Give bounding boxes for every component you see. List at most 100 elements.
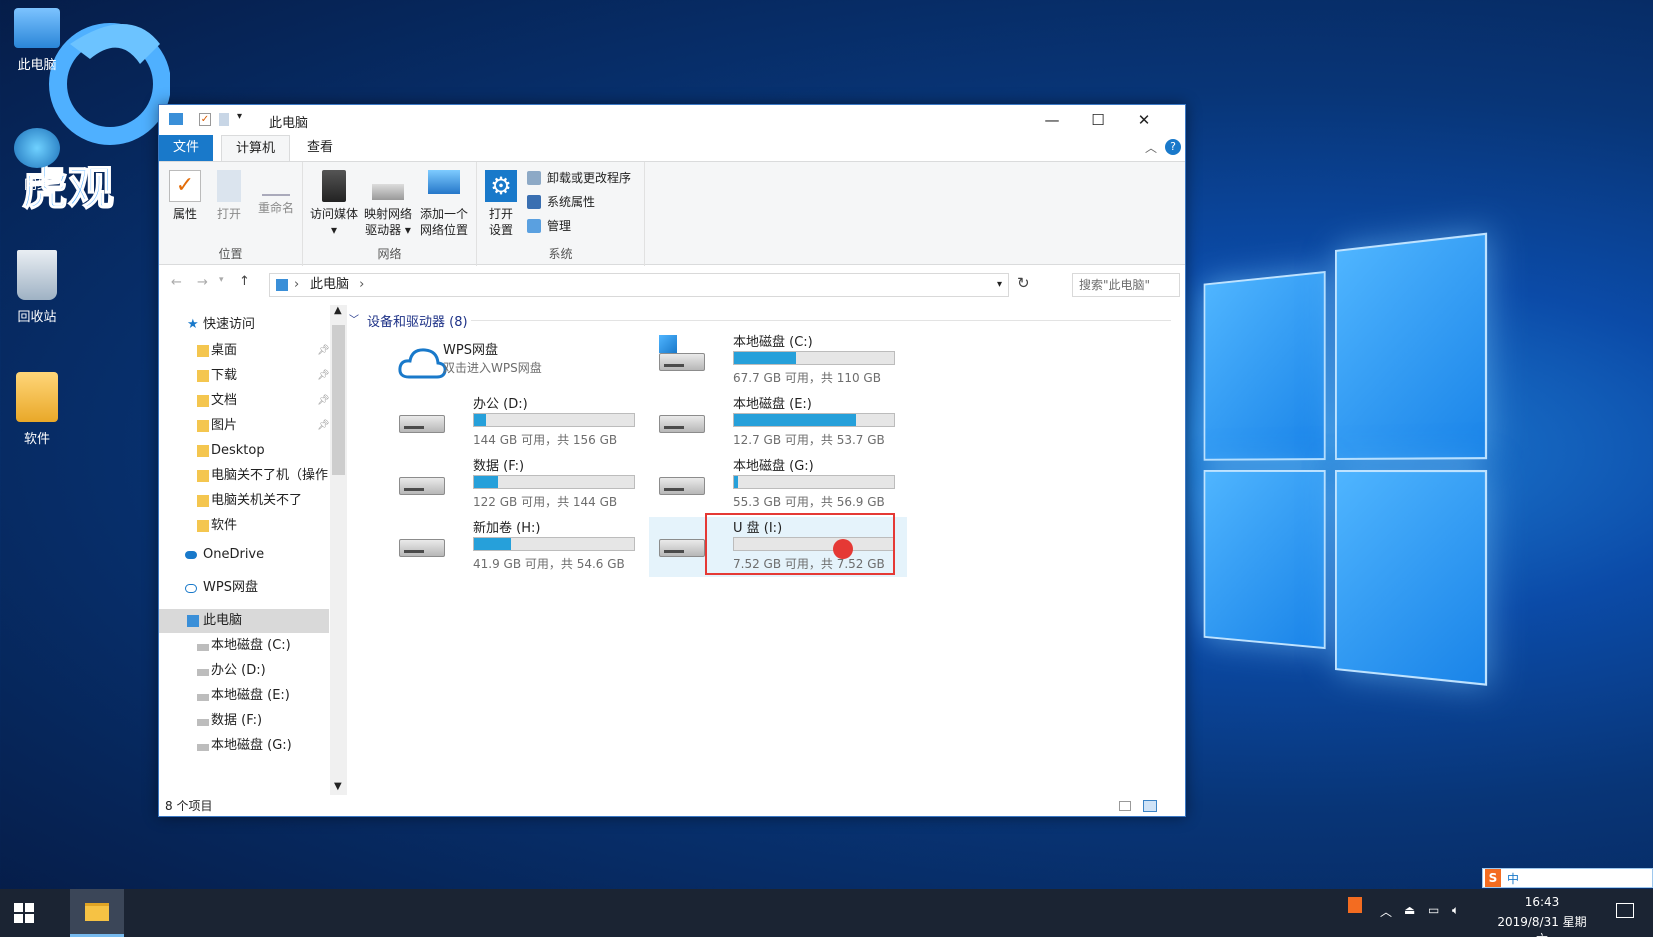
map-network-drive-button[interactable]: 映射网络 驱动器 ▾ [361,170,415,238]
network-tray-icon[interactable]: ▭ [1428,903,1439,917]
nav-drive-label: 数据 (F:) [211,713,263,728]
action-center-icon[interactable] [1616,903,1634,918]
collapse-ribbon-icon[interactable]: ︿ [1145,139,1157,156]
wps-drive-item[interactable]: WPS网盘 双击进入WPS网盘 [389,339,647,399]
network-icon [14,128,60,168]
item-count: 8 个项目 [165,799,213,813]
nav-item[interactable]: Desktop [159,439,329,463]
maximize-button[interactable]: ☐ [1075,105,1121,135]
rename-icon [262,170,290,196]
drive-item[interactable]: 本地磁盘 (C:) 67.7 GB 可用，共 110 GB [649,331,907,391]
taskbar-explorer-button[interactable] [70,889,124,937]
nav-item[interactable]: 图片 📌︎ [159,414,329,438]
address-input[interactable]: › 此电脑 › ▾ [269,273,1009,297]
start-button[interactable] [14,903,34,923]
drive-item[interactable]: 数据 (F:) 122 GB 可用，共 144 GB [389,455,647,515]
new-folder-quick-icon[interactable] [219,113,229,126]
system-properties-button[interactable]: 系统属性 [525,192,595,212]
breadcrumb-this-pc[interactable]: 此电脑 [310,277,349,292]
drive-usage-bar [733,351,895,365]
drive-item[interactable]: U 盘 (I:) 7.52 GB 可用，共 7.52 GB [649,513,907,577]
manage-button[interactable]: 管理 [525,216,571,236]
desktop-icon-recycle-bin[interactable]: 回收站 [2,250,72,325]
nav-drive[interactable]: 办公 (D:) [159,659,329,683]
desktop-icon-network[interactable]: 网络 [2,128,72,193]
nav-drive-label: 办公 (D:) [211,663,266,678]
desktop-icon-this-pc[interactable]: 此电脑 [2,8,72,73]
nav-drive[interactable]: 数据 (F:) [159,709,329,733]
title-bar: ✓ ▾ 此电脑 — ☐ ✕ [159,105,1185,135]
drive-item[interactable]: 本地磁盘 (E:) 12.7 GB 可用，共 53.7 GB [649,393,907,453]
properties-quick-icon[interactable]: ✓ [199,113,211,126]
nav-quick-access[interactable]: ★ 快速访问 [159,313,329,337]
customize-quick-access-icon[interactable]: ▾ [237,111,242,122]
ime-toolbar[interactable]: S 中 [1482,868,1653,888]
open-button[interactable]: 打开 [209,170,249,222]
ribbon-group-network: 访问媒体 ▾ 映射网络 驱动器 ▾ 添加一个 网络位置 网络 [303,162,477,266]
system-properties-icon [527,195,541,209]
nav-item-label: 文档 [211,393,238,408]
nav-onedrive[interactable]: OneDrive [159,543,329,567]
tab-file[interactable]: 文件 [159,135,214,161]
access-media-button[interactable]: 访问媒体 ▾ [307,170,361,238]
clock[interactable]: 16:43 2019/8/31 星期六 [1492,895,1592,937]
recent-locations-icon[interactable]: ▾ [219,275,224,285]
nav-wps-drive[interactable]: WPS网盘 [159,576,329,600]
minimize-button[interactable]: — [1029,105,1075,135]
show-hidden-icons-icon[interactable]: ︿ [1380,903,1392,920]
pin-icon[interactable]: 📌︎ [317,339,329,363]
ime-mode[interactable]: 中 [1507,870,1519,887]
navigation-scrollbar[interactable]: ▲ ▼ [330,305,347,795]
nav-item[interactable]: 软件 [159,514,329,538]
scroll-down-icon[interactable]: ▼ [334,781,342,792]
drive-item[interactable]: 新加卷 (H:) 41.9 GB 可用，共 54.6 GB [389,517,647,577]
drive-item[interactable]: 本地磁盘 (G:) 55.3 GB 可用，共 56.9 GB [649,455,907,515]
large-icons-view-icon[interactable] [1143,800,1157,812]
drive-usage-fill [474,476,499,488]
forward-icon[interactable]: → [197,275,208,290]
open-settings-button[interactable]: ⚙ 打开 设置 [481,170,521,238]
address-dropdown-icon[interactable]: ▾ [997,274,1002,296]
desktop-icon-software[interactable]: 软件 [2,372,72,447]
scroll-thumb[interactable] [332,325,345,475]
nav-item[interactable]: 电脑关不了机（操作 [159,464,329,488]
drive-icon [197,669,209,676]
explorer-window: ✓ ▾ 此电脑 — ☐ ✕ 文件 计算机 查看 ︿ ? ✓ 属性 打开 重命名 [158,104,1186,817]
rename-button[interactable]: 重命名 [253,170,299,216]
add-network-location-button[interactable]: 添加一个 网络位置 [415,170,473,238]
nav-drive[interactable]: 本地磁盘 (E:) [159,684,329,708]
details-view-icon[interactable] [1119,801,1131,811]
close-button[interactable]: ✕ [1121,105,1167,135]
uninstall-programs-button[interactable]: 卸载或更改程序 [525,168,631,188]
up-icon[interactable]: ↑ [239,274,250,289]
refresh-icon[interactable]: ↻ [1017,274,1030,292]
tab-view[interactable]: 查看 [293,135,347,161]
help-icon[interactable]: ? [1165,139,1181,155]
drive-name: 办公 (D:) [473,397,528,412]
nav-item[interactable]: 桌面 📌︎ [159,339,329,363]
back-icon[interactable]: ← [171,275,182,290]
scroll-up-icon[interactable]: ▲ [334,305,342,316]
collapse-section-icon[interactable]: ﹀ [349,311,359,326]
breadcrumb-separator: › [294,277,300,292]
search-input[interactable]: 搜索"此电脑" [1072,273,1180,297]
taskbar: ︿ ⏏ ▭ 🔈︎ 16:43 2019/8/31 星期六 [0,889,1653,937]
properties-button[interactable]: ✓ 属性 [165,170,205,222]
nav-drive[interactable]: 本地磁盘 (G:) [159,734,329,758]
volume-icon[interactable]: 🔈︎ [1452,903,1459,918]
pin-icon[interactable]: 📌︎ [317,414,329,438]
nav-item[interactable]: 电脑关机关不了 [159,489,329,513]
sogou-tray-icon[interactable] [1348,897,1362,913]
pin-icon[interactable]: 📌︎ [317,389,329,413]
drive-item[interactable]: 办公 (D:) 144 GB 可用，共 156 GB [389,393,647,453]
nav-this-pc[interactable]: 此电脑 [159,609,329,633]
drive-usage-fill [734,414,857,426]
nav-item[interactable]: 下载 📌︎ [159,364,329,388]
nav-item[interactable]: 文档 📌︎ [159,389,329,413]
folder-icon [197,370,209,382]
nav-drive[interactable]: 本地磁盘 (C:) [159,634,329,658]
usb-tray-icon[interactable]: ⏏ [1404,903,1415,917]
tab-computer[interactable]: 计算机 [221,135,291,161]
pin-icon[interactable]: 📌︎ [317,364,329,388]
section-title[interactable]: 设备和驱动器 (8) [367,311,468,330]
